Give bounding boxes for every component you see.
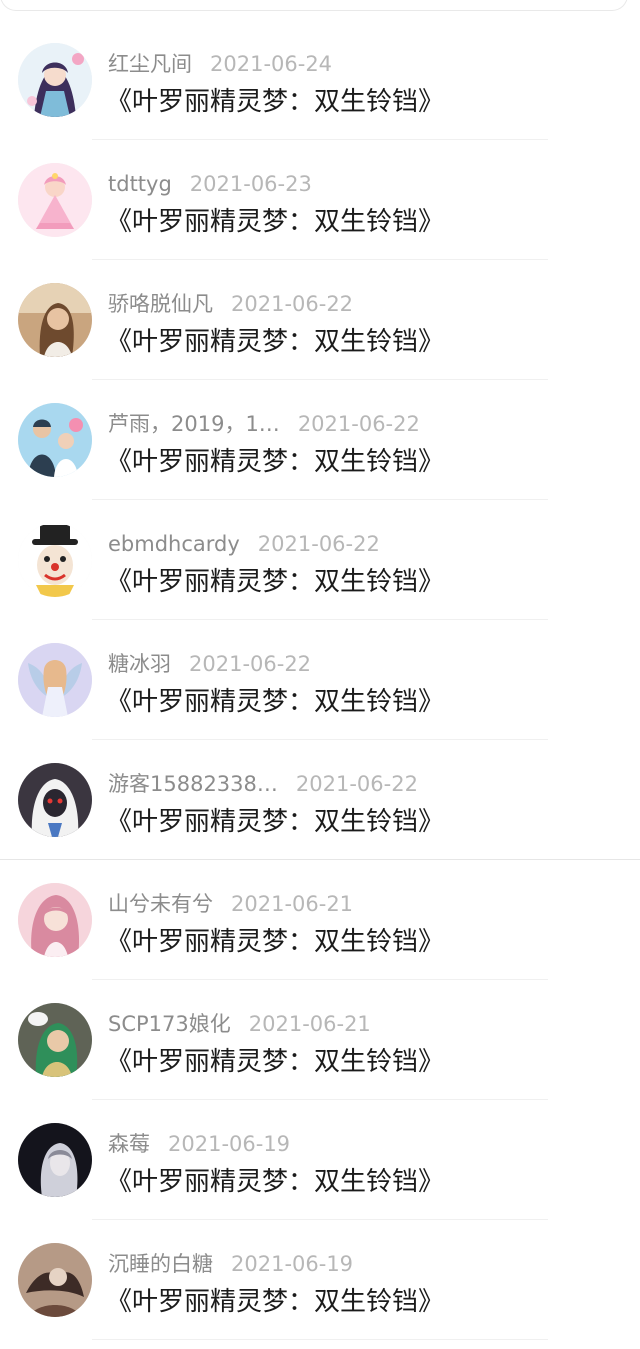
list-item[interactable]: 骄咯脱仙凡 2021-06-22 《叶罗丽精灵梦：双生铃铛》 [0,260,640,380]
comment-date: 2021-06-21 [248,1012,371,1036]
list-item[interactable]: 沉睡的白糖 2021-06-19 《叶罗丽精灵梦：双生铃铛》 [0,1220,640,1340]
list-item[interactable]: 山兮未有兮 2021-06-21 《叶罗丽精灵梦：双生铃铛》 [0,860,640,980]
comment-date: 2021-06-19 [231,1252,354,1276]
avatar[interactable] [18,523,92,597]
username[interactable]: 山兮未有兮 [108,892,213,916]
comment-date: 2021-06-22 [231,292,354,316]
username[interactable]: 沉睡的白糖 [108,1252,213,1276]
username[interactable]: ebmdhcardy [108,532,240,556]
list-item[interactable]: ebmdhcardy 2021-06-22 《叶罗丽精灵梦：双生铃铛》 [0,500,640,620]
comment-date: 2021-06-22 [295,772,418,796]
avatar[interactable] [18,1003,92,1077]
comment-title[interactable]: 《叶罗丽精灵梦：双生铃铛》 [106,444,444,480]
username[interactable]: 游客15882338… [108,772,278,796]
username[interactable]: 红尘凡间 [108,52,192,76]
comment-title[interactable]: 《叶罗丽精灵梦：双生铃铛》 [106,804,444,840]
woman-photo-avatar-icon [18,283,92,357]
list-item[interactable]: 糖冰羽 2021-06-22 《叶罗丽精灵梦：双生铃铛》 [0,620,640,740]
username[interactable]: 芦雨，2019，1… [108,412,280,436]
comment-title[interactable]: 《叶罗丽精灵梦：双生铃铛》 [106,204,444,240]
avatar[interactable] [18,763,92,837]
ink-painting-avatar-icon [18,1243,92,1317]
comment-date: 2021-06-22 [189,652,312,676]
dark-girl-avatar-icon [18,1123,92,1197]
comment-date: 2021-06-22 [257,532,380,556]
comment-date: 2021-06-19 [168,1132,291,1156]
anime-girl-avatar-icon [18,43,92,117]
avatar[interactable] [18,1243,92,1317]
pink-princess-avatar-icon [18,163,92,237]
avatar[interactable] [18,883,92,957]
list-item[interactable]: 芦雨，2019，1… 2021-06-22 《叶罗丽精灵梦：双生铃铛》 [0,380,640,500]
fairy-avatar-icon [18,643,92,717]
comment-title[interactable]: 《叶罗丽精灵梦：双生铃铛》 [106,324,444,360]
comment-title[interactable]: 《叶罗丽精灵梦：双生铃铛》 [106,564,444,600]
avatar[interactable] [18,403,92,477]
comment-title[interactable]: 《叶罗丽精灵梦：双生铃铛》 [106,1044,444,1080]
top-card-edge [0,0,628,11]
comment-title[interactable]: 《叶罗丽精灵梦：双生铃铛》 [106,924,444,960]
comment-title[interactable]: 《叶罗丽精灵梦：双生铃铛》 [106,84,444,120]
comment-list: 红尘凡间 2021-06-24 《叶罗丽精灵梦：双生铃铛》 tdttyg 2021-… [0,20,640,1340]
username[interactable]: tdttyg [108,172,172,196]
green-hair-character-avatar-icon [18,1003,92,1077]
username[interactable]: 森莓 [108,1132,150,1156]
avatar[interactable] [18,1123,92,1197]
username[interactable]: 糖冰羽 [108,652,171,676]
clown-avatar-icon [18,523,92,597]
username[interactable]: 骄咯脱仙凡 [108,292,213,316]
avatar[interactable] [18,643,92,717]
comment-title[interactable]: 《叶罗丽精灵梦：双生铃铛》 [106,684,444,720]
comment-title[interactable]: 《叶罗丽精灵梦：双生铃铛》 [106,1164,444,1200]
comment-date: 2021-06-21 [231,892,354,916]
comment-date: 2021-06-22 [297,412,420,436]
list-item[interactable]: tdttyg 2021-06-23 《叶罗丽精灵梦：双生铃铛》 [0,140,640,260]
avatar[interactable] [18,283,92,357]
hooded-figure-avatar-icon [18,763,92,837]
avatar[interactable] [18,163,92,237]
list-item[interactable]: 游客15882338… 2021-06-22 《叶罗丽精灵梦：双生铃铛》 [0,740,640,860]
list-item[interactable]: SCP173娘化 2021-06-21 《叶罗丽精灵梦：双生铃铛》 [0,980,640,1100]
list-item[interactable]: 红尘凡间 2021-06-24 《叶罗丽精灵梦：双生铃铛》 [0,20,640,140]
username[interactable]: SCP173娘化 [108,1012,231,1036]
family-photo-avatar-icon [18,403,92,477]
comment-title[interactable]: 《叶罗丽精灵梦：双生铃铛》 [106,1284,444,1320]
divider [92,1339,548,1340]
list-item[interactable]: 森莓 2021-06-19 《叶罗丽精灵梦：双生铃铛》 [0,1100,640,1220]
pink-hair-girl-avatar-icon [18,883,92,957]
avatar[interactable] [18,43,92,117]
comment-date: 2021-06-24 [210,52,333,76]
comment-date: 2021-06-23 [189,172,312,196]
